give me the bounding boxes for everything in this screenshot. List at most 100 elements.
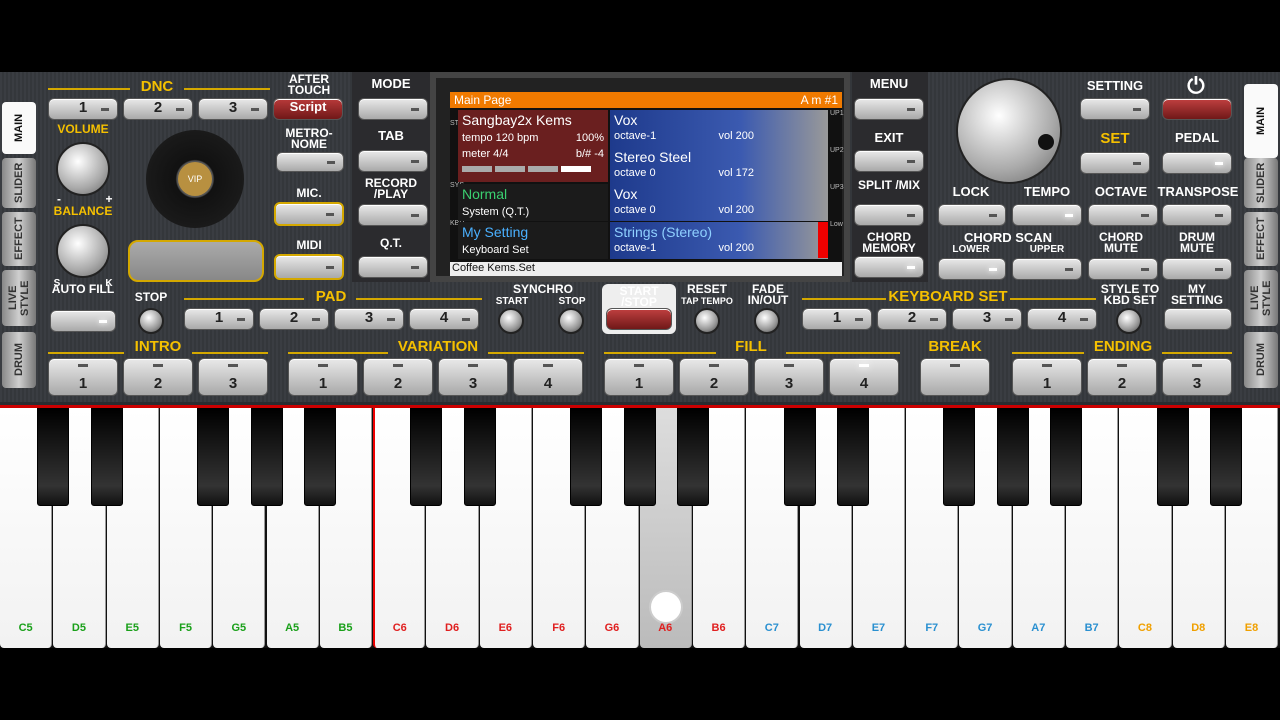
part-up2[interactable]: Stereo Steel octave 0 vol 172: [610, 147, 828, 184]
black-key[interactable]: [250, 408, 283, 506]
intro-button-3[interactable]: 3: [198, 358, 268, 396]
chord-mute-button[interactable]: [1088, 258, 1158, 280]
tempo-row: tempo 120 bpm 100%: [462, 132, 604, 144]
variation-button-2[interactable]: 2: [363, 358, 433, 396]
tab-live-style-left[interactable]: LIVE STYLE: [2, 270, 36, 326]
pedal-button[interactable]: [1162, 152, 1232, 174]
synchro-stop-knob[interactable]: [558, 308, 584, 334]
tempo-dial[interactable]: [956, 78, 1062, 184]
pad-button-4[interactable]: 4: [409, 308, 479, 330]
set-button[interactable]: [1080, 152, 1150, 174]
black-key[interactable]: [197, 408, 230, 506]
tab-slider-right[interactable]: SLIDER: [1244, 158, 1278, 208]
chord-scan-lower-button[interactable]: [938, 258, 1006, 280]
fill-button-2[interactable]: 2: [679, 358, 749, 396]
black-key[interactable]: [783, 408, 816, 506]
tab-drum-left[interactable]: DRUM: [2, 332, 36, 388]
transpose-button[interactable]: [1162, 204, 1232, 226]
pad-button-1[interactable]: 1: [184, 308, 254, 330]
part-up1[interactable]: Vox octave-1 vol 200: [610, 110, 828, 147]
tab-button[interactable]: [358, 150, 428, 172]
split-button[interactable]: [854, 204, 924, 226]
fade-knob[interactable]: [754, 308, 780, 334]
black-key[interactable]: [996, 408, 1029, 506]
black-key[interactable]: [90, 408, 123, 506]
black-key[interactable]: [1209, 408, 1242, 506]
black-key[interactable]: [623, 408, 656, 506]
black-key[interactable]: [463, 408, 496, 506]
ending-button-3[interactable]: 3: [1162, 358, 1232, 396]
start-stop-button[interactable]: [606, 308, 672, 330]
vip-disc[interactable]: VIP: [146, 130, 244, 228]
black-key[interactable]: [836, 408, 869, 506]
part-up3[interactable]: Vox octave 0 vol 200: [610, 184, 828, 221]
auto-fill-button[interactable]: [50, 310, 116, 332]
style-to-kbd-knob[interactable]: [1116, 308, 1142, 334]
tab-main-right[interactable]: MAIN: [1244, 84, 1278, 158]
black-key[interactable]: [303, 408, 336, 506]
black-key[interactable]: [943, 408, 976, 506]
break-button[interactable]: [920, 358, 990, 396]
part-low[interactable]: Strings (Stereo) octave-1 vol 200: [610, 222, 828, 259]
pad-stop-knob[interactable]: [138, 308, 164, 334]
tab-effect-right[interactable]: EFFECT: [1244, 212, 1278, 266]
reset-knob[interactable]: [694, 308, 720, 334]
system-cell[interactable]: Normal System (Q.T.): [458, 184, 608, 221]
dnc-button-1[interactable]: 1: [48, 98, 118, 120]
kbd-set-button-2[interactable]: 2: [877, 308, 947, 330]
dnc-button-2[interactable]: 2: [123, 98, 193, 120]
power-button[interactable]: [1162, 98, 1232, 120]
tab-main-left[interactable]: MAIN: [2, 102, 36, 154]
variation-button-4[interactable]: 4: [513, 358, 583, 396]
kbd-set-button-1[interactable]: 1: [802, 308, 872, 330]
chord-scan-upper-button[interactable]: [1012, 258, 1082, 280]
black-key[interactable]: [1156, 408, 1189, 506]
balance-knob[interactable]: [56, 224, 110, 278]
intro-button-2[interactable]: 2: [123, 358, 193, 396]
black-key[interactable]: [676, 408, 709, 506]
qt-button[interactable]: [358, 256, 428, 278]
lock-button[interactable]: [938, 204, 1006, 226]
chord-memory-button[interactable]: [854, 256, 924, 278]
volume-knob[interactable]: [56, 142, 110, 196]
midi-button[interactable]: [274, 254, 344, 280]
display-pad[interactable]: [128, 240, 264, 282]
intro-button-1[interactable]: 1: [48, 358, 118, 396]
octave-button[interactable]: [1088, 204, 1158, 226]
metronome-button[interactable]: [276, 152, 344, 172]
kbd-set-button-4[interactable]: 4: [1027, 308, 1097, 330]
style-cell[interactable]: Sangbay2x Kems tempo 120 bpm 100% meter …: [458, 110, 608, 182]
black-key[interactable]: [37, 408, 70, 506]
setting-button[interactable]: [1080, 98, 1150, 120]
black-key[interactable]: [410, 408, 443, 506]
tab-drum-right[interactable]: DRUM: [1244, 332, 1278, 388]
fill-button-4[interactable]: 4: [829, 358, 899, 396]
tab-slider-left[interactable]: SLIDER: [2, 158, 36, 208]
keyboard-set-cell[interactable]: My Setting Keyboard Set: [458, 222, 608, 259]
part-up2-name: Stereo Steel: [614, 149, 692, 165]
fill-button-3[interactable]: 3: [754, 358, 824, 396]
record-button[interactable]: [358, 204, 428, 226]
variation-button-3[interactable]: 3: [438, 358, 508, 396]
pad-button-3[interactable]: 3: [334, 308, 404, 330]
kbd-set-button-3[interactable]: 3: [952, 308, 1022, 330]
my-setting-button[interactable]: [1164, 308, 1232, 330]
dnc-button-3[interactable]: 3: [198, 98, 268, 120]
mic-button[interactable]: [274, 202, 344, 226]
fill-button-1[interactable]: 1: [604, 358, 674, 396]
synchro-start-knob[interactable]: [498, 308, 524, 334]
exit-button[interactable]: [854, 150, 924, 172]
ending-button-2[interactable]: 2: [1087, 358, 1157, 396]
menu-button[interactable]: [854, 98, 924, 120]
mode-button[interactable]: [358, 98, 428, 120]
black-key[interactable]: [570, 408, 603, 506]
tempo-button[interactable]: [1012, 204, 1082, 226]
ending-button-1[interactable]: 1: [1012, 358, 1082, 396]
pad-button-2[interactable]: 2: [259, 308, 329, 330]
tab-effect-left[interactable]: EFFECT: [2, 212, 36, 266]
script-button[interactable]: Script: [273, 98, 343, 120]
black-key[interactable]: [1050, 408, 1082, 506]
tab-live-style-right[interactable]: LIVE STYLE: [1244, 270, 1278, 326]
drum-mute-button[interactable]: [1162, 258, 1232, 280]
variation-button-1[interactable]: 1: [288, 358, 358, 396]
